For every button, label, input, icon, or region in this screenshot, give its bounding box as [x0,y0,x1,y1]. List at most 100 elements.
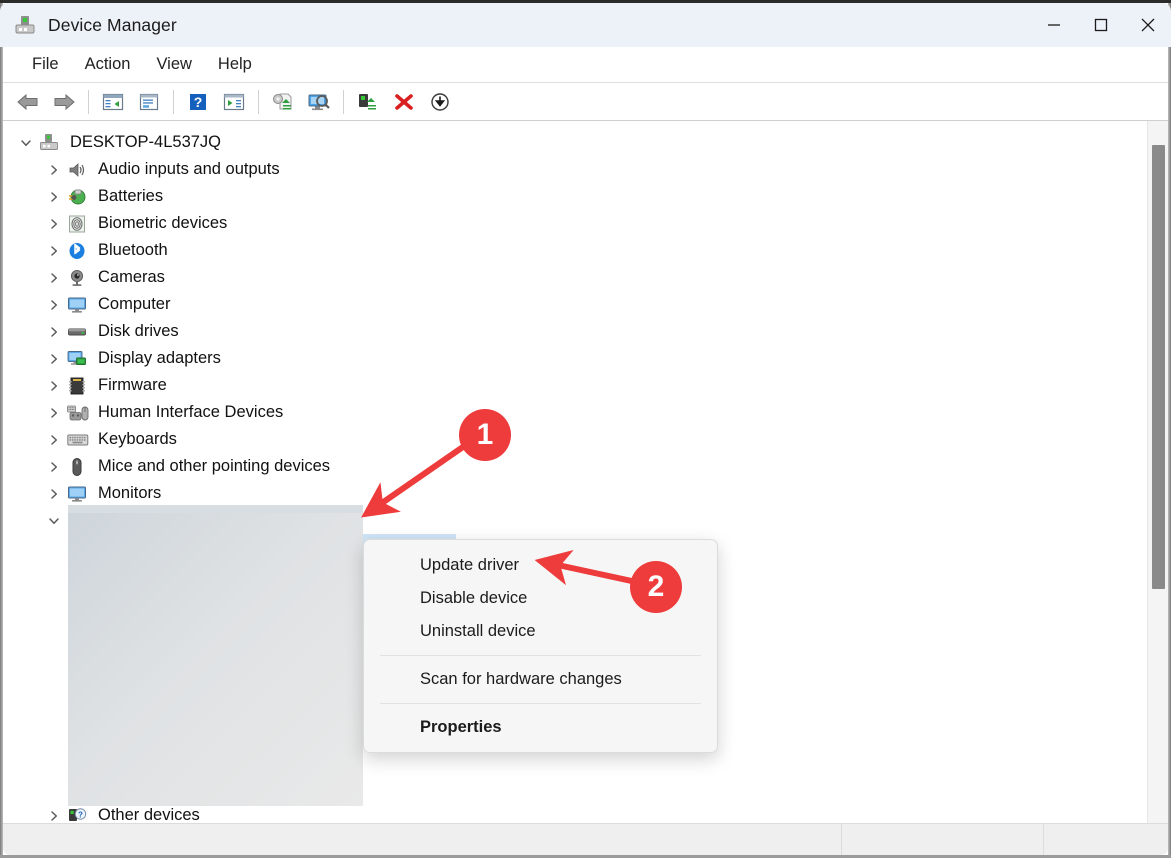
tree-node-firmware[interactable]: Firmware [3,372,1133,399]
unknown-device-icon: ? [67,806,89,825]
chevron-right-icon[interactable] [45,215,63,233]
chevron-right-icon[interactable] [45,350,63,368]
tree-node-label: Batteries [98,187,164,206]
annotation-marker-1: 1 [459,409,511,461]
hid-icon [67,403,89,423]
minimize-button[interactable] [1030,3,1077,47]
battery-icon [67,187,89,207]
show-hide-console-tree-button[interactable] [96,87,130,117]
vertical-scrollbar[interactable] [1147,121,1168,824]
back-button[interactable] [11,87,45,117]
tree-node-label: Audio inputs and outputs [98,160,280,179]
chevron-right-icon[interactable] [45,431,63,449]
disable-device-button[interactable] [387,87,421,117]
svg-text:?: ? [78,810,83,819]
scan-for-hardware-changes-button[interactable] [302,87,336,117]
keyboard-icon [67,430,89,450]
menu-help[interactable]: Help [205,52,265,77]
chevron-right-icon[interactable] [45,458,63,476]
menu-action[interactable]: Action [72,52,144,77]
chevron-right-icon[interactable] [45,807,63,825]
tree-node-label: Biometric devices [98,214,228,233]
tree-node-label: Bluetooth [98,241,168,260]
chevron-right-icon[interactable] [45,269,63,287]
help-button[interactable]: ? [181,87,215,117]
toolbar-separator [173,89,174,114]
tree-node-label: Cameras [98,268,165,287]
redaction-block [68,513,363,806]
tree-node-root[interactable]: DESKTOP-4L537JQ [3,129,1133,156]
tree-node-mice-and-other-pointing-devices[interactable]: Mice and other pointing devices [3,453,1133,480]
window-title: Device Manager [48,14,177,35]
camera-icon [67,268,89,288]
context-menu-separator [380,655,701,656]
update-driver-button[interactable] [266,87,300,117]
tree-node-computer[interactable]: Computer [3,291,1133,318]
status-bar [3,823,1168,855]
tree-node-batteries[interactable]: Batteries [3,183,1133,210]
tree-node-label: Other devices [98,806,200,824]
chevron-down-icon[interactable] [17,134,35,152]
menu-view[interactable]: View [143,52,204,77]
computer-root-icon [39,133,61,153]
chevron-right-icon[interactable] [45,377,63,395]
chevron-right-icon[interactable] [45,161,63,179]
monitor-icon [67,295,89,315]
toolbar-separator [88,89,89,114]
enable-device-button[interactable] [351,87,385,117]
chevron-right-icon[interactable] [45,323,63,341]
tree-node-audio-inputs-and-outputs[interactable]: Audio inputs and outputs [3,156,1133,183]
fingerprint-icon [67,214,89,234]
context-menu-item-scan-for-hardware-changes[interactable]: Scan for hardware changes [364,663,717,696]
mouse-icon [67,457,89,477]
tree-node-biometric-devices[interactable]: Biometric devices [3,210,1133,237]
tree-node-label: Keyboards [98,430,177,449]
tree-node-label: Monitors [98,484,162,503]
status-pane-1 [3,824,841,855]
disk-drive-icon [67,322,89,342]
speaker-icon [67,160,89,180]
svg-text:?: ? [194,94,203,110]
scrollbar-thumb[interactable] [1152,145,1165,589]
tree-node-bluetooth[interactable]: Bluetooth [3,237,1133,264]
tree-node-cameras[interactable]: Cameras [3,264,1133,291]
chevron-right-icon[interactable] [45,188,63,206]
chevron-right-icon[interactable] [45,296,63,314]
chevron-right-icon[interactable] [45,242,63,260]
context-menu-item-properties[interactable]: Properties [364,711,717,744]
toolbar: ? [3,82,1168,120]
chevron-down-icon[interactable] [45,512,63,530]
close-button[interactable] [1124,3,1171,47]
display-adapter-icon [67,349,89,369]
tree-node-display-adapters[interactable]: Display adapters [3,345,1133,372]
chevron-right-icon[interactable] [45,485,63,503]
tree-node-monitors[interactable]: Monitors [3,480,1133,507]
context-menu-separator [380,703,701,704]
tree-node-label: Computer [98,295,171,314]
tree-node-human-interface-devices[interactable]: Human Interface Devices [3,399,1133,426]
device-manager-icon [14,14,36,36]
forward-button[interactable] [47,87,81,117]
tree-node-root-label: DESKTOP-4L537JQ [70,133,222,152]
uninstall-device-button[interactable] [423,87,457,117]
annotation-marker-2: 2 [630,561,682,613]
status-pane-2 [841,824,1043,855]
tree-node-label: Mice and other pointing devices [98,457,331,476]
toolbar-separator [258,89,259,114]
maximize-button[interactable] [1077,3,1124,47]
context-menu-item-uninstall-device[interactable]: Uninstall device [364,615,717,648]
title-bar: Device Manager [0,3,1171,47]
menu-file[interactable]: File [19,52,72,77]
tree-node-label: Firmware [98,376,167,395]
bluetooth-icon [67,241,89,261]
window-controls [1030,3,1171,47]
tree-node-keyboards[interactable]: Keyboards [3,426,1133,453]
firmware-chip-icon [67,376,89,396]
properties-button[interactable] [132,87,166,117]
tree-node-disk-drives[interactable]: Disk drives [3,318,1133,345]
tree-node-label: Display adapters [98,349,221,368]
tree-node-label: Disk drives [98,322,179,341]
menu-bar: File Action View Help [3,47,1168,82]
show-hide-action-pane-button[interactable] [217,87,251,117]
chevron-right-icon[interactable] [45,404,63,422]
